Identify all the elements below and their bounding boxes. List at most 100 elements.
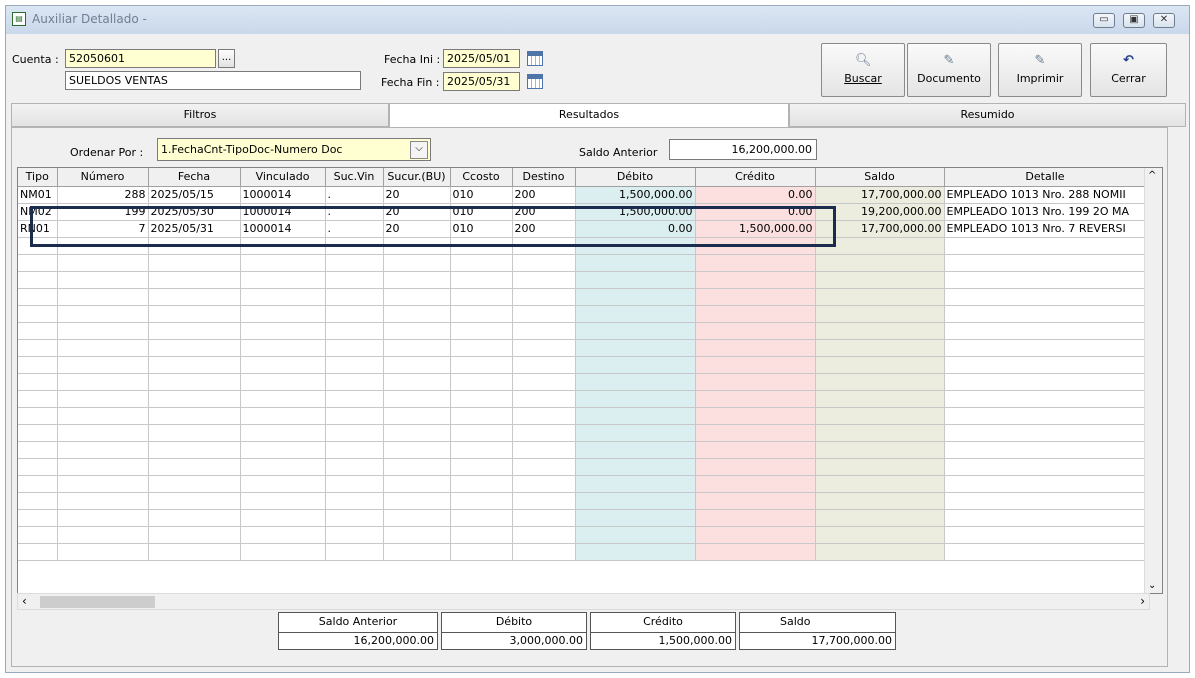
table-cell[interactable] xyxy=(944,492,1147,510)
table-cell[interactable] xyxy=(575,543,696,561)
table-cell[interactable] xyxy=(944,543,1147,561)
table-cell[interactable] xyxy=(512,458,576,476)
table-cell[interactable] xyxy=(57,526,149,544)
table-cell[interactable] xyxy=(575,373,696,391)
table-cell[interactable] xyxy=(450,305,513,323)
table-cell[interactable]: 288 xyxy=(57,186,149,204)
table-cell[interactable] xyxy=(148,339,241,357)
column-header[interactable]: Crédito xyxy=(695,168,816,187)
table-cell[interactable] xyxy=(695,356,816,374)
column-header[interactable]: Sucur.(BU) xyxy=(383,168,451,187)
table-row[interactable] xyxy=(18,475,1147,493)
table-cell[interactable] xyxy=(18,526,58,544)
table-cell[interactable] xyxy=(18,356,58,374)
table-cell[interactable] xyxy=(383,271,451,289)
table-cell[interactable] xyxy=(944,509,1147,527)
table-cell[interactable] xyxy=(383,543,451,561)
table-cell[interactable] xyxy=(18,271,58,289)
column-header[interactable]: Débito xyxy=(575,168,696,187)
table-cell[interactable]: 200 xyxy=(512,186,576,204)
cerrar-button[interactable]: ↶ Cerrar xyxy=(1090,43,1167,97)
table-cell[interactable] xyxy=(148,288,241,306)
table-cell[interactable] xyxy=(944,356,1147,374)
table-cell[interactable] xyxy=(383,441,451,459)
table-cell[interactable] xyxy=(383,305,451,323)
table-cell[interactable]: 17,700,000.00 xyxy=(815,220,945,238)
table-cell[interactable] xyxy=(695,509,816,527)
table-cell[interactable] xyxy=(18,390,58,408)
table-cell[interactable]: EMPLEADO 1013 Nro. 7 REVERSI xyxy=(944,220,1147,238)
table-cell[interactable] xyxy=(575,339,696,357)
table-cell[interactable] xyxy=(512,475,576,493)
table-cell[interactable] xyxy=(575,526,696,544)
table-cell[interactable] xyxy=(383,390,451,408)
table-cell[interactable] xyxy=(450,424,513,442)
table-cell[interactable]: . xyxy=(325,186,384,204)
table-cell[interactable] xyxy=(57,254,149,272)
table-cell[interactable]: 17,700,000.00 xyxy=(815,186,945,204)
table-cell[interactable] xyxy=(57,305,149,323)
table-cell[interactable] xyxy=(18,492,58,510)
table-row[interactable] xyxy=(18,271,1147,289)
table-cell[interactable] xyxy=(383,509,451,527)
table-row[interactable] xyxy=(18,526,1147,544)
table-cell[interactable] xyxy=(815,339,945,357)
table-cell[interactable] xyxy=(57,237,149,255)
table-cell[interactable] xyxy=(450,356,513,374)
table-row[interactable] xyxy=(18,492,1147,510)
table-cell[interactable] xyxy=(450,458,513,476)
table-cell[interactable]: 1,500,000.00 xyxy=(695,220,816,238)
table-cell[interactable]: . xyxy=(325,203,384,221)
table-row[interactable] xyxy=(18,543,1147,561)
table-cell[interactable] xyxy=(240,526,326,544)
maximize-icon[interactable]: ▣ xyxy=(1123,13,1145,28)
table-cell[interactable] xyxy=(695,526,816,544)
table-cell[interactable] xyxy=(944,441,1147,459)
title-bar[interactable]: ▤ Auxiliar Detallado - ▭ ▣ ✕ xyxy=(6,6,1189,34)
table-row[interactable] xyxy=(18,509,1147,527)
table-cell[interactable]: 010 xyxy=(450,203,513,221)
table-cell[interactable] xyxy=(240,271,326,289)
table-cell[interactable] xyxy=(57,441,149,459)
horizontal-scroll-thumb[interactable] xyxy=(40,596,155,608)
table-cell[interactable]: 20 xyxy=(383,203,451,221)
table-cell[interactable] xyxy=(944,288,1147,306)
table-cell[interactable] xyxy=(148,475,241,493)
table-cell[interactable] xyxy=(325,424,384,442)
table-cell[interactable] xyxy=(18,475,58,493)
table-cell[interactable] xyxy=(240,475,326,493)
table-row[interactable] xyxy=(18,237,1147,255)
table-cell[interactable] xyxy=(512,441,576,459)
table-cell[interactable] xyxy=(695,441,816,459)
table-cell[interactable] xyxy=(695,543,816,561)
documento-button[interactable]: ✎ Documento xyxy=(907,43,991,97)
table-cell[interactable] xyxy=(815,526,945,544)
fecha-ini-input[interactable]: 2025/05/01 xyxy=(443,49,520,68)
results-grid[interactable]: Tipo Número Fecha Vinculado Suc.Vin Sucur.(BU… xyxy=(17,167,1163,594)
table-cell[interactable] xyxy=(18,237,58,255)
table-cell[interactable] xyxy=(240,492,326,510)
table-cell[interactable] xyxy=(815,288,945,306)
table-cell[interactable] xyxy=(815,543,945,561)
column-header[interactable]: Vinculado xyxy=(240,168,326,187)
table-cell[interactable]: EMPLEADO 1013 Nro. 288 NOMII xyxy=(944,186,1147,204)
calendar-icon[interactable] xyxy=(527,51,543,66)
table-cell[interactable] xyxy=(325,271,384,289)
table-cell[interactable] xyxy=(325,526,384,544)
table-cell[interactable] xyxy=(240,390,326,408)
column-header[interactable]: Saldo xyxy=(815,168,945,187)
table-cell[interactable] xyxy=(512,339,576,357)
table-cell[interactable]: 20 xyxy=(383,220,451,238)
table-cell[interactable]: 7 xyxy=(57,220,149,238)
table-cell[interactable] xyxy=(944,475,1147,493)
table-cell[interactable] xyxy=(240,441,326,459)
table-cell[interactable] xyxy=(575,271,696,289)
column-header[interactable]: Tipo xyxy=(18,168,58,187)
table-cell[interactable]: 010 xyxy=(450,186,513,204)
table-cell[interactable] xyxy=(240,373,326,391)
table-cell[interactable] xyxy=(383,356,451,374)
table-cell[interactable] xyxy=(575,441,696,459)
table-cell[interactable] xyxy=(695,339,816,357)
table-cell[interactable] xyxy=(240,288,326,306)
table-row[interactable] xyxy=(18,407,1147,425)
